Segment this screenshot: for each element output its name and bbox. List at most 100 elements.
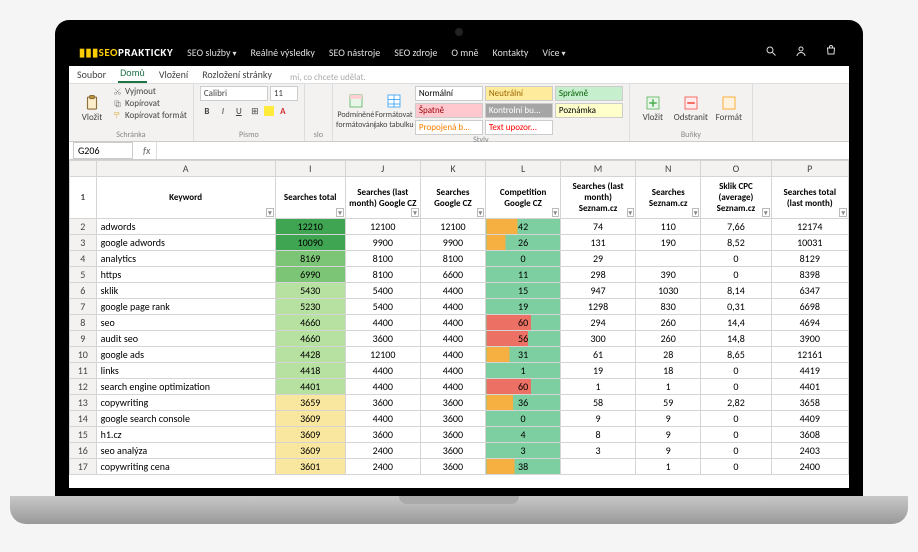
cell[interactable]: 8,14: [701, 283, 771, 299]
cell[interactable]: 6347: [771, 283, 848, 299]
nav-item[interactable]: Reálné výsledky: [251, 46, 315, 59]
cell[interactable]: 131: [561, 235, 636, 251]
cell[interactable]: 59: [636, 395, 701, 411]
cell[interactable]: 9900: [420, 235, 485, 251]
filter-icon[interactable]: ▾: [477, 208, 485, 217]
cell[interactable]: 4400: [345, 411, 420, 427]
paste-button[interactable]: Vložit: [75, 86, 109, 130]
filter-icon[interactable]: ▾: [839, 208, 847, 217]
cell[interactable]: 0: [701, 411, 771, 427]
cell[interactable]: 4694: [771, 315, 848, 331]
cell[interactable]: search engine optimization: [96, 379, 275, 395]
cell[interactable]: [561, 459, 636, 475]
cell-style-chip[interactable]: Neutrální: [485, 86, 553, 101]
nav-item[interactable]: SEO zdroje: [394, 46, 437, 59]
cell[interactable]: 0: [701, 427, 771, 443]
cell[interactable]: 12161: [771, 347, 848, 363]
cell[interactable]: 9: [561, 411, 636, 427]
format-painter-button[interactable]: Kopírovat formát: [113, 110, 187, 121]
cell[interactable]: 3600: [420, 443, 485, 459]
search-icon[interactable]: [763, 43, 779, 62]
row-header[interactable]: 11: [70, 363, 97, 379]
select-all-corner[interactable]: [70, 161, 97, 177]
tell-me-hint[interactable]: mi, co chcete udělat.: [290, 72, 366, 83]
border-button[interactable]: ⊞: [248, 104, 262, 118]
cell[interactable]: 61: [561, 347, 636, 363]
cell[interactable]: 26: [486, 235, 561, 251]
cell[interactable]: 4400: [345, 379, 420, 395]
spreadsheet[interactable]: AIJKLMNOP1Keyword▾Searches total▾Searche…: [69, 160, 849, 488]
cell[interactable]: 1: [636, 459, 701, 475]
cell[interactable]: 1030: [636, 283, 701, 299]
font-size-select[interactable]: 11: [270, 86, 298, 101]
underline-button[interactable]: U: [232, 104, 246, 118]
row-header[interactable]: 12: [70, 379, 97, 395]
column-header[interactable]: P: [771, 161, 848, 177]
filter-icon[interactable]: ▾: [627, 208, 635, 217]
cell[interactable]: 3609: [275, 411, 345, 427]
cell[interactable]: 12174: [771, 219, 848, 235]
cell[interactable]: 5400: [345, 299, 420, 315]
cell[interactable]: 4400: [420, 347, 485, 363]
cell[interactable]: 830: [636, 299, 701, 315]
cell[interactable]: 4: [486, 427, 561, 443]
cell[interactable]: 6990: [275, 267, 345, 283]
cell[interactable]: 4401: [771, 379, 848, 395]
cell[interactable]: 14,4: [701, 315, 771, 331]
cell[interactable]: 4400: [420, 283, 485, 299]
formula-bar[interactable]: [156, 142, 849, 159]
cell[interactable]: 2400: [345, 443, 420, 459]
cell[interactable]: audit seo: [96, 331, 275, 347]
bold-button[interactable]: B: [200, 104, 214, 118]
cell[interactable]: 2403: [771, 443, 848, 459]
nav-item[interactable]: Kontakty: [493, 46, 529, 59]
cell[interactable]: 2,82: [701, 395, 771, 411]
filter-icon[interactable]: ▾: [411, 208, 419, 217]
field-header[interactable]: Searches Google CZ▾: [420, 177, 485, 219]
cell[interactable]: 3600: [345, 331, 420, 347]
cell-style-chip[interactable]: Kontrolní bu...: [485, 103, 553, 118]
cell[interactable]: 8398: [771, 267, 848, 283]
cell[interactable]: 12210: [275, 219, 345, 235]
cell[interactable]: 4400: [420, 299, 485, 315]
column-header[interactable]: J: [345, 161, 420, 177]
cell[interactable]: 9900: [345, 235, 420, 251]
cell[interactable]: 18: [636, 363, 701, 379]
cell[interactable]: 0: [701, 363, 771, 379]
column-header[interactable]: O: [701, 161, 771, 177]
ribbon-tab[interactable]: Rozložení stránky: [200, 66, 274, 83]
row-header[interactable]: 5: [70, 267, 97, 283]
field-header[interactable]: Competition Google CZ▾: [486, 177, 561, 219]
row-header[interactable]: 7: [70, 299, 97, 315]
field-header[interactable]: Keyword▾: [96, 177, 275, 219]
field-header[interactable]: Searches total (last month)▾: [771, 177, 848, 219]
cell-styles-gallery[interactable]: NormálníNeutrálníSprávněŠpatněKontrolní …: [415, 86, 623, 135]
filter-icon[interactable]: ▾: [692, 208, 700, 217]
cell-style-chip[interactable]: Správně: [555, 86, 623, 101]
field-header[interactable]: Sklik CPC (average) Seznam.cz▾: [701, 177, 771, 219]
cell[interactable]: 0: [701, 443, 771, 459]
cell[interactable]: 3: [486, 443, 561, 459]
nav-item[interactable]: Více▾: [542, 46, 565, 59]
font-name-select[interactable]: Calibri: [200, 86, 268, 101]
field-header[interactable]: Searches (last month) Google CZ▾: [345, 177, 420, 219]
cell[interactable]: 4419: [771, 363, 848, 379]
cell[interactable]: 36: [486, 395, 561, 411]
cell[interactable]: links: [96, 363, 275, 379]
cell[interactable]: 8,52: [701, 235, 771, 251]
cell[interactable]: 19: [561, 363, 636, 379]
cell[interactable]: copywriting: [96, 395, 275, 411]
cell[interactable]: seo: [96, 315, 275, 331]
row-header[interactable]: 3: [70, 235, 97, 251]
conditional-formatting-button[interactable]: Podmíněné formátování: [339, 86, 373, 135]
cell[interactable]: 298: [561, 267, 636, 283]
cell[interactable]: 8,65: [701, 347, 771, 363]
row-header[interactable]: 13: [70, 395, 97, 411]
nav-item[interactable]: SEO nástroje: [329, 46, 380, 59]
cell[interactable]: 0: [701, 459, 771, 475]
cell[interactable]: 190: [636, 235, 701, 251]
cell[interactable]: 3900: [771, 331, 848, 347]
ribbon-tab[interactable]: Vložení: [157, 66, 190, 83]
cell[interactable]: 8129: [771, 251, 848, 267]
cell[interactable]: 4418: [275, 363, 345, 379]
